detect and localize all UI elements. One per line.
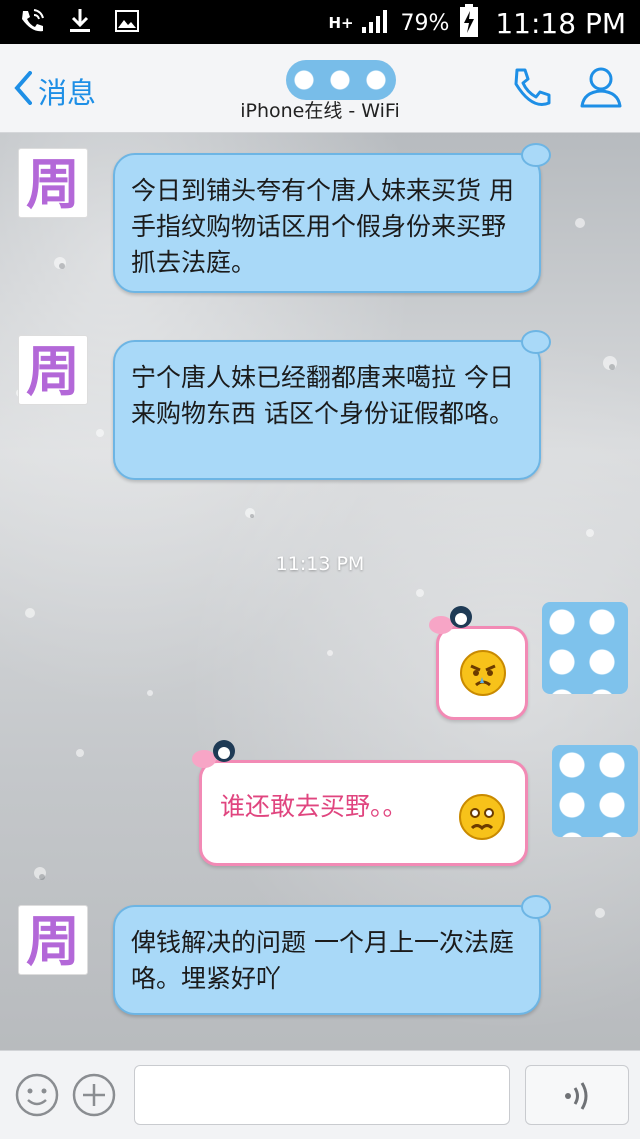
chat-header: 消息 iPhone在线 - WiFi bbox=[0, 44, 640, 133]
profile-button[interactable] bbox=[578, 64, 624, 114]
kitty-decoration-icon bbox=[190, 737, 242, 775]
plus-icon bbox=[72, 1073, 116, 1121]
network-type: H+ bbox=[328, 13, 354, 32]
message-text: 谁还敢去买野。。 bbox=[220, 792, 408, 821]
my-avatar[interactable] bbox=[542, 602, 628, 694]
angry-face-emoji bbox=[459, 649, 507, 701]
input-bar bbox=[0, 1050, 640, 1139]
contact-name-avatar[interactable] bbox=[286, 60, 396, 100]
clock: 11:18 PM bbox=[495, 6, 626, 40]
emoji-button[interactable] bbox=[15, 1073, 59, 1121]
kitty-decoration-icon bbox=[427, 603, 479, 641]
battery-percent: 79% bbox=[400, 10, 450, 36]
contact-avatar[interactable]: 周 bbox=[18, 148, 88, 218]
incoming-message[interactable]: 宁个唐人妹已经翻都唐来噶拉 今日来购物东西 话区个身份证假都咯。 bbox=[113, 330, 551, 480]
status-bar: H+ 79% 11:18 PM bbox=[0, 0, 640, 44]
battery-charging-icon bbox=[459, 4, 479, 42]
message-timestamp: 11:13 PM bbox=[275, 553, 365, 575]
outgoing-message[interactable]: 谁还敢去买野。。 bbox=[192, 740, 528, 866]
message-text: 今日到铺头夸有个唐人妹来买货 用手指纹购物话区用个假身份来买野 抓去法庭。 bbox=[131, 176, 514, 277]
call-icon bbox=[510, 68, 552, 114]
message-text: 俾钱解决的问题 一个月上一次法庭咯。埋紧好吖 bbox=[131, 928, 514, 993]
chat-area[interactable]: 周 今日到铺头夸有个唐人妹来买货 用手指纹购物话区用个假身份来买野 抓去法庭。 … bbox=[0, 133, 640, 1050]
phone-wifi-icon bbox=[18, 7, 46, 35]
incoming-message[interactable]: 今日到铺头夸有个唐人妹来买货 用手指纹购物话区用个假身份来买野 抓去法庭。 bbox=[113, 143, 551, 293]
message-input[interactable] bbox=[134, 1065, 510, 1125]
my-avatar[interactable] bbox=[552, 745, 638, 837]
gallery-icon bbox=[114, 8, 140, 34]
incoming-message[interactable]: 俾钱解决的问题 一个月上一次法庭咯。埋紧好吖 bbox=[113, 895, 551, 1015]
outgoing-message[interactable] bbox=[429, 606, 528, 720]
download-icon bbox=[68, 7, 92, 35]
worried-face-emoji bbox=[458, 793, 506, 845]
profile-icon bbox=[578, 67, 624, 114]
more-button[interactable] bbox=[72, 1073, 116, 1121]
message-text: 宁个唐人妹已经翻都唐来噶拉 今日来购物东西 话区个身份证假都咯。 bbox=[131, 363, 514, 428]
contact-avatar[interactable]: 周 bbox=[18, 905, 88, 975]
contact-avatar[interactable]: 周 bbox=[18, 335, 88, 405]
call-button[interactable] bbox=[510, 66, 552, 114]
voice-button[interactable] bbox=[525, 1065, 629, 1125]
emoji-icon bbox=[15, 1073, 59, 1121]
signal-icon bbox=[360, 7, 390, 39]
